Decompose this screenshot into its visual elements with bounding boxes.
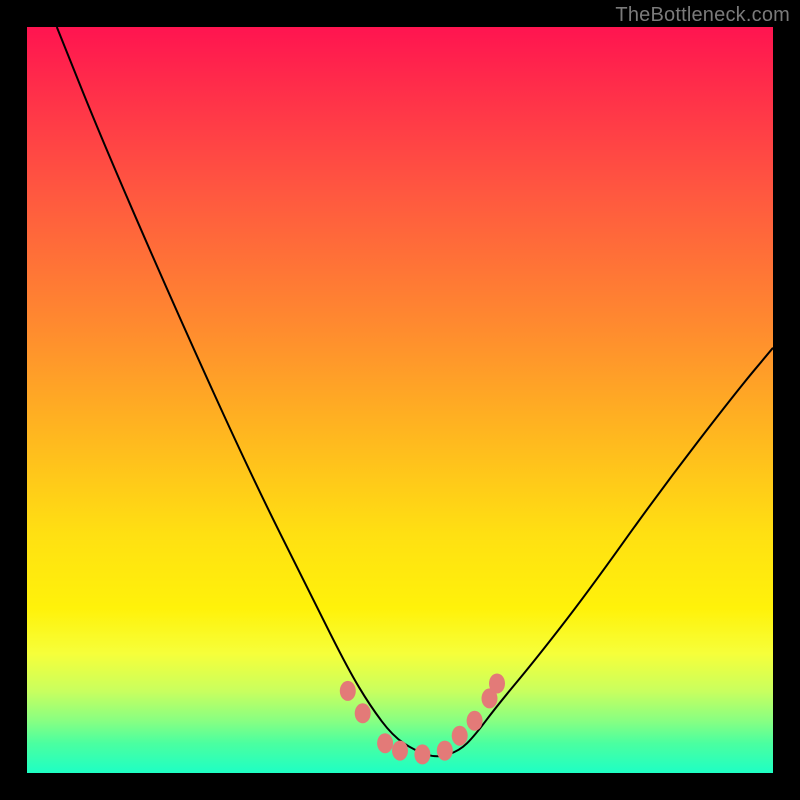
watermark-text: TheBottleneck.com bbox=[615, 4, 790, 27]
trough-marker bbox=[340, 681, 356, 701]
trough-marker bbox=[392, 741, 408, 761]
trough-marker bbox=[377, 733, 393, 753]
trough-marker bbox=[467, 711, 483, 731]
chart-curve-svg bbox=[27, 27, 773, 773]
chart-frame: TheBottleneck.com bbox=[0, 0, 800, 800]
trough-marker bbox=[355, 703, 371, 723]
chart-plot-area bbox=[27, 27, 773, 773]
trough-marker-group bbox=[340, 674, 505, 765]
trough-marker bbox=[489, 674, 505, 694]
bottleneck-curve bbox=[57, 27, 773, 756]
trough-marker bbox=[437, 741, 453, 761]
trough-marker bbox=[414, 744, 430, 764]
trough-marker bbox=[452, 726, 468, 746]
